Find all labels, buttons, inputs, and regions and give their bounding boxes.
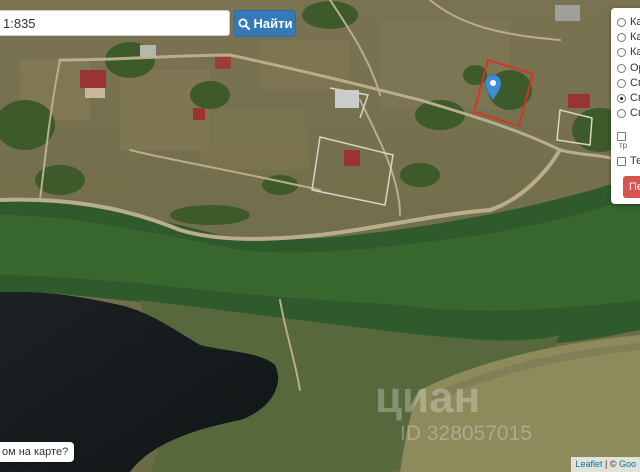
- layer-label: Сп: [630, 92, 640, 104]
- checkbox-sublabel: тр: [619, 141, 628, 150]
- checkbox[interactable]: [617, 156, 626, 166]
- radio-button[interactable]: [617, 32, 626, 42]
- radio-button[interactable]: [617, 108, 626, 118]
- checkbox[interactable]: [617, 131, 626, 141]
- radio-button[interactable]: [617, 17, 626, 27]
- search-button[interactable]: Найти: [234, 10, 296, 37]
- layer-label: Ор: [630, 62, 640, 74]
- layer-option-1[interactable]: Ка: [617, 15, 640, 29]
- radio-button-selected[interactable]: [617, 93, 626, 103]
- layer-option-2[interactable]: Ка: [617, 30, 640, 44]
- layer-label: Ка: [630, 16, 640, 28]
- layer-action-button[interactable]: Пе: [623, 176, 640, 198]
- leaflet-link[interactable]: Leaflet: [575, 459, 602, 469]
- overlay-checkbox-2[interactable]: Те: [617, 154, 640, 168]
- map-attribution: Leaflet | © Goo: [571, 457, 640, 472]
- layer-control: Ка Ка Ка Ор Сп Сп Сп тр Те Пе: [611, 8, 640, 204]
- watermark-brand: циан: [375, 373, 480, 422]
- watermark-id: ID 328057015: [400, 422, 532, 445]
- satellite-map[interactable]: циан ID 328057015: [0, 0, 640, 472]
- layer-option-6[interactable]: Сп: [617, 91, 640, 105]
- layer-option-3[interactable]: Ка: [617, 45, 640, 59]
- layer-label: Ка: [630, 46, 640, 58]
- search-input[interactable]: [0, 10, 230, 36]
- layer-label: Ка: [630, 31, 640, 43]
- layer-option-7[interactable]: Сп: [617, 106, 640, 120]
- attribution-separator: | ©: [602, 459, 619, 469]
- radio-button[interactable]: [617, 47, 626, 57]
- layer-label: Сп: [630, 107, 640, 119]
- search-button-label: Найти: [253, 16, 293, 31]
- report-error-button[interactable]: ом на карте?: [0, 442, 75, 462]
- layer-option-4[interactable]: Ор: [617, 61, 640, 75]
- radio-button[interactable]: [617, 78, 626, 88]
- layer-option-5[interactable]: Сп: [617, 76, 640, 90]
- radio-button[interactable]: [617, 63, 626, 73]
- provider-link[interactable]: Goo: [619, 459, 636, 469]
- checkbox-label: Те: [630, 155, 640, 167]
- layer-label: Сп: [630, 77, 640, 89]
- search-icon: [238, 18, 250, 30]
